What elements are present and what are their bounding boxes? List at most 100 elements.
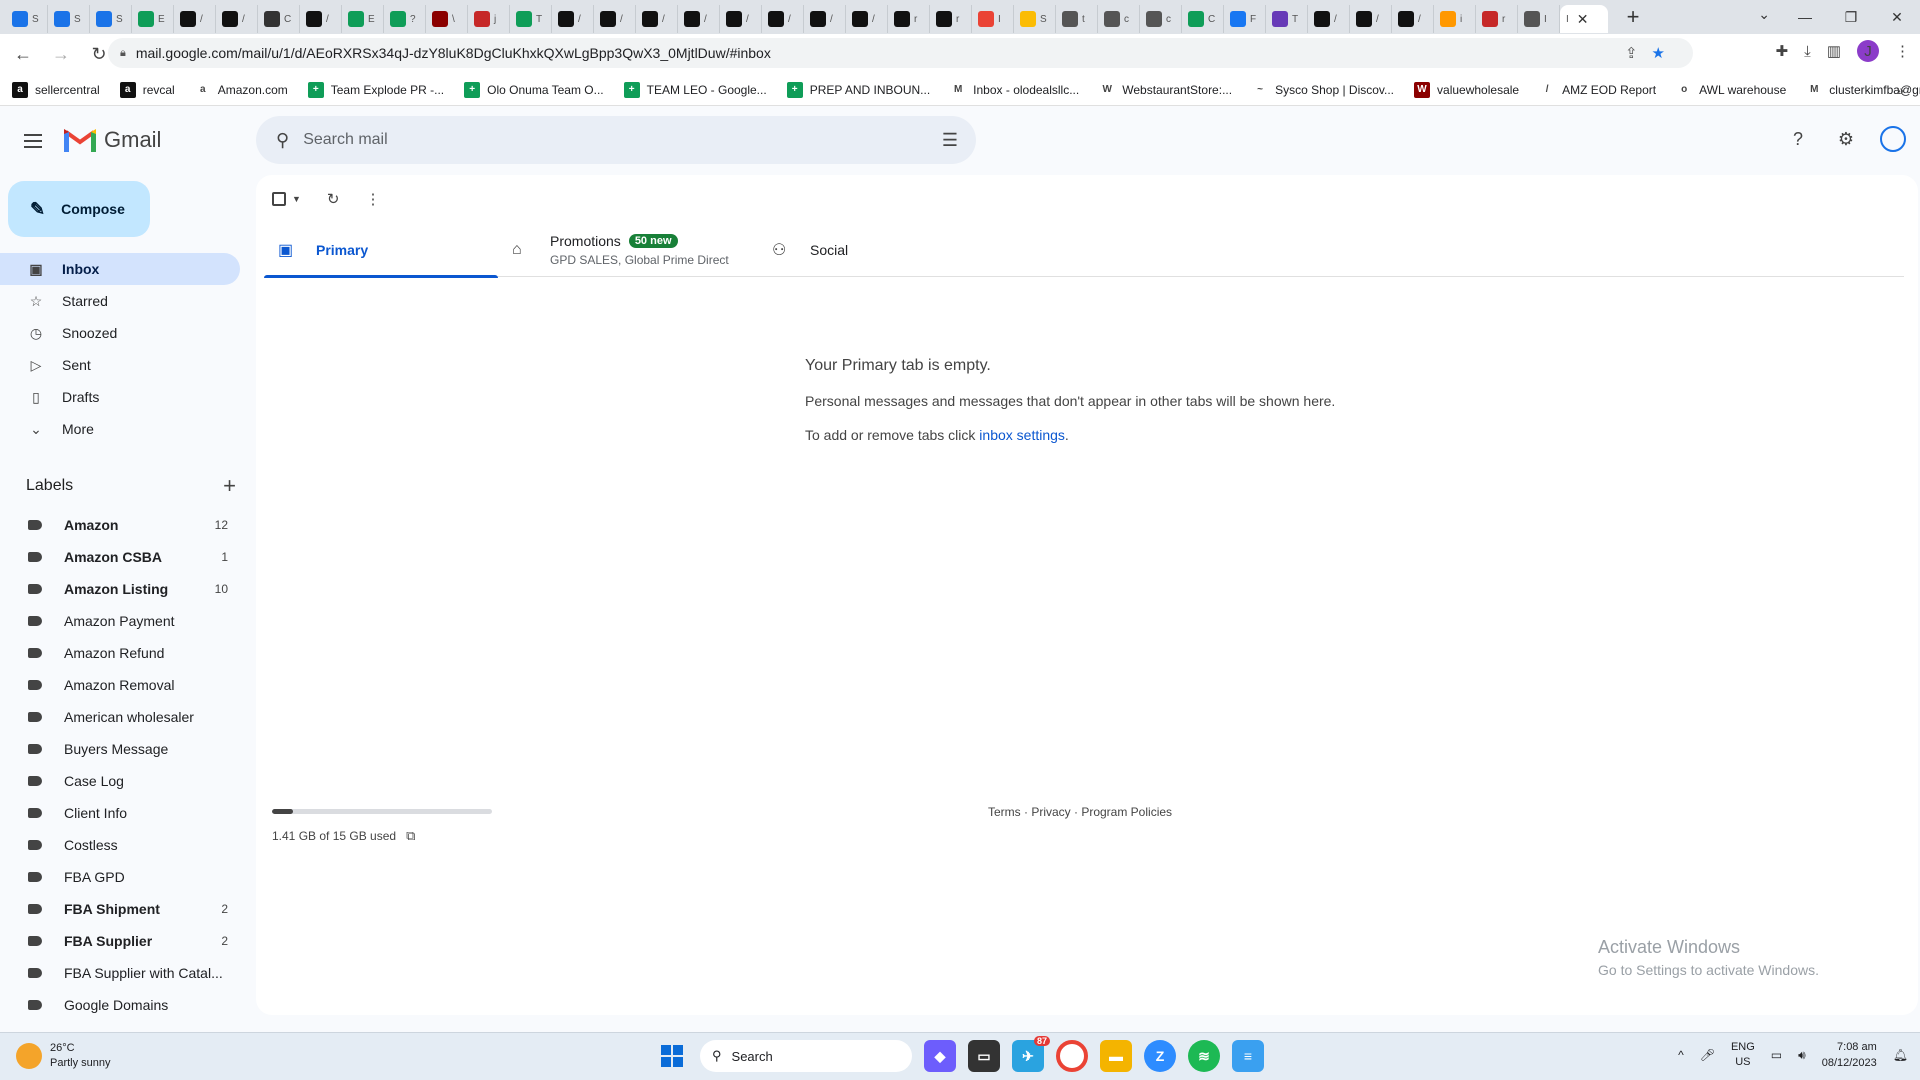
bookmark-item[interactable]: M Inbox - olodealsllc... (950, 81, 1079, 98)
settings-gear-icon[interactable]: ⚙ (1832, 125, 1860, 153)
create-label-icon[interactable]: + (223, 473, 236, 499)
back-icon[interactable]: ← (8, 39, 38, 69)
bookmark-item[interactable]: + TEAM LEO - Google... (623, 81, 767, 98)
browser-tab[interactable]: T (510, 5, 552, 33)
browser-tab[interactable]: ? (384, 5, 426, 33)
label-item[interactable]: Amazon Refund (0, 637, 240, 669)
bookmark-item[interactable]: ~ Sysco Shop | Discov... (1252, 81, 1394, 98)
spotify-icon[interactable]: ≋ (1188, 1040, 1220, 1072)
label-item[interactable]: INVOICES (0, 1021, 240, 1030)
sidebar-item-starred[interactable]: ☆ Starred (0, 285, 240, 317)
label-item[interactable]: FBA Supplier 2 (0, 925, 240, 957)
label-item[interactable]: Buyers Message (0, 733, 240, 765)
browser-tab[interactable]: j (468, 5, 510, 33)
share-icon[interactable]: ⇪ (1625, 44, 1638, 62)
file-explorer-icon[interactable]: ▬ (1100, 1040, 1132, 1072)
footer-links[interactable]: Terms · Privacy · Program Policies (988, 805, 1172, 819)
weather-widget[interactable]: 26°C Partly sunny (16, 1041, 111, 1071)
label-item[interactable]: Amazon 12 (0, 509, 240, 541)
browser-tab[interactable]: / (804, 5, 846, 33)
browser-tab[interactable]: / (1350, 5, 1392, 33)
bookmark-item[interactable]: a sellercentral (12, 81, 100, 98)
label-item[interactable]: American wholesaler (0, 701, 240, 733)
bookmark-star-icon[interactable]: ★ (1652, 44, 1665, 62)
account-avatar[interactable] (1880, 126, 1906, 152)
label-item[interactable]: Amazon Removal (0, 669, 240, 701)
label-item[interactable]: FBA Shipment 2 (0, 893, 240, 925)
sidebar-item-inbox[interactable]: ▣ Inbox (0, 253, 240, 285)
browser-tab[interactable]: / (636, 5, 678, 33)
browser-tab[interactable]: / (552, 5, 594, 33)
browser-tab[interactable]: c (1098, 5, 1140, 33)
browser-tab[interactable]: C (1182, 5, 1224, 33)
label-item[interactable]: Case Log (0, 765, 240, 797)
forward-icon[interactable]: → (46, 39, 76, 69)
label-item[interactable]: Amazon CSBA 1 (0, 541, 240, 573)
label-item[interactable]: FBA GPD (0, 861, 240, 893)
show-hidden-icons-icon[interactable]: ^ (1678, 1048, 1684, 1062)
browser-tab[interactable]: r (1476, 5, 1518, 33)
browser-tab[interactable]: F (1224, 5, 1266, 33)
browser-tab[interactable]: S (48, 5, 90, 33)
address-bar[interactable]: 🔒︎ mail.google.com/mail/u/1/d/AEoRXRSx34… (108, 38, 1693, 68)
browser-tab[interactable]: \ (426, 5, 468, 33)
language-indicator[interactable]: ENG US (1731, 1040, 1755, 1070)
compose-button[interactable]: ✎ Compose (8, 181, 150, 237)
browser-tab[interactable]: / (1392, 5, 1434, 33)
close-window-icon[interactable]: ✕ (1874, 0, 1920, 34)
search-icon[interactable]: ⚲ (276, 130, 289, 151)
browser-tab[interactable]: I (972, 5, 1014, 33)
bookmark-item[interactable]: / AMZ EOD Report (1539, 81, 1656, 98)
bookmark-item[interactable]: o AWL warehouse (1676, 81, 1786, 98)
browser-tab[interactable]: i (1434, 5, 1476, 33)
bookmark-item[interactable]: W WebstaurantStore:... (1099, 81, 1232, 98)
inbox-settings-link[interactable]: inbox settings (979, 427, 1065, 443)
bookmark-item[interactable]: a revcal (119, 81, 175, 98)
browser-tab[interactable]: S (1014, 5, 1056, 33)
minimize-icon[interactable]: — (1782, 0, 1828, 34)
browser-tab[interactable]: T (1266, 5, 1308, 33)
search-options-icon[interactable]: ☰ (942, 130, 958, 151)
bookmark-item[interactable]: a Amazon.com (194, 81, 288, 98)
tab-promotions[interactable]: ⌂ Promotions 50 new GPD SALES, Global Pr… (498, 223, 758, 277)
side-panel-icon[interactable]: ▥ (1827, 42, 1841, 60)
browser-tab[interactable]: E (132, 5, 174, 33)
help-icon[interactable]: ? (1784, 125, 1812, 153)
label-item[interactable]: Costless (0, 829, 240, 861)
volume-icon[interactable]: 🔊︎ (1798, 1048, 1806, 1063)
label-item[interactable]: FBA Supplier with Catal... (0, 957, 240, 989)
browser-tab[interactable]: / (720, 5, 762, 33)
browser-tab[interactable]: t (1056, 5, 1098, 33)
browser-tab[interactable]: / (678, 5, 720, 33)
more-actions-icon[interactable]: ⋮ (366, 190, 381, 208)
sidebar-item-drafts[interactable]: ▯ Drafts (0, 381, 240, 413)
maximize-icon[interactable]: ❐ (1828, 0, 1874, 34)
tab-social[interactable]: ⚇ Social (758, 223, 1018, 277)
start-button[interactable] (656, 1040, 688, 1072)
notepad-icon[interactable]: ≡ (1232, 1040, 1264, 1072)
sidebar-item-sent[interactable]: ▷ Sent (0, 349, 240, 381)
new-tab-button[interactable]: + (1618, 4, 1648, 30)
select-all-checkbox[interactable]: ▼ (272, 192, 301, 206)
search-bar[interactable]: ⚲ ☰ (256, 116, 976, 164)
task-view-icon[interactable]: ▭ (968, 1040, 1000, 1072)
active-tab[interactable]: I ✕ (1560, 5, 1608, 33)
download-icon[interactable]: ⤓ (1804, 43, 1811, 60)
label-item[interactable]: Amazon Payment (0, 605, 240, 637)
menu-icon[interactable]: ⋮ (1895, 42, 1910, 60)
browser-tab[interactable]: / (594, 5, 636, 33)
browser-tab[interactable]: / (1308, 5, 1350, 33)
notification-bell-icon[interactable]: 🔔︎ (1893, 1048, 1908, 1062)
search-input[interactable] (303, 131, 904, 149)
bookmark-item[interactable]: + Team Explode PR -... (307, 81, 444, 98)
zoom-icon[interactable]: Z (1144, 1040, 1176, 1072)
label-item[interactable]: Google Domains (0, 989, 240, 1021)
browser-tab[interactable]: E (342, 5, 384, 33)
browser-tab[interactable]: I (1518, 5, 1560, 33)
extensions-icon[interactable]: ✚ (1776, 42, 1789, 60)
taskbar-search[interactable]: ⚲ Search (700, 1040, 912, 1072)
browser-tab[interactable]: r (930, 5, 972, 33)
browser-tab[interactable]: / (300, 5, 342, 33)
bookmark-item[interactable]: + PREP AND INBOUN... (786, 81, 930, 98)
main-menu-icon[interactable] (24, 129, 48, 153)
